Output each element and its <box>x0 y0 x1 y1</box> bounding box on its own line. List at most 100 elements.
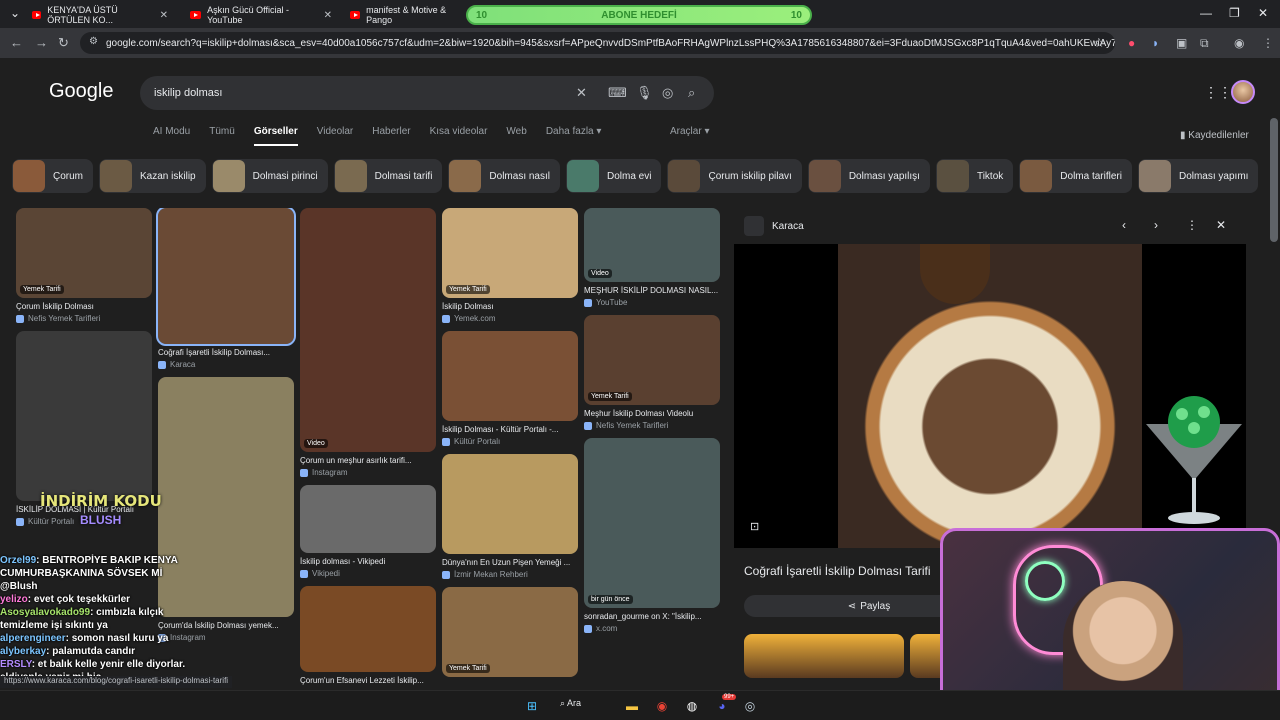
result-source[interactable]: x.com <box>584 624 720 633</box>
chip-5[interactable]: Dolma evi <box>566 159 662 193</box>
result-source[interactable]: Nefis Yemek Tarifleri <box>584 421 720 430</box>
preview-title[interactable]: Coğrafi İşaretli İskilip Dolması Tarifi <box>744 564 931 578</box>
microphone-icon[interactable]: 🎙 <box>636 85 653 101</box>
back-icon[interactable]: ← <box>10 35 23 50</box>
extension-icon[interactable]: ● <box>1128 36 1135 50</box>
image-result[interactable]: Video MEŞHUR İSKİLİP DOLMASI NASIL... YouT… <box>584 208 720 307</box>
preview-image[interactable]: ⊡ <box>734 244 1246 548</box>
chrome-icon[interactable]: ◉ <box>652 696 672 716</box>
chip-6[interactable]: Çorum iskilip pilavı <box>667 159 802 193</box>
file-explorer-icon[interactable]: ▬ <box>622 696 642 716</box>
windows-start-icon[interactable]: ⊞ <box>522 696 542 716</box>
search-icon[interactable]: ⌕ <box>688 85 695 101</box>
tab-videos[interactable]: Videolar <box>317 126 354 146</box>
chip-8[interactable]: Tiktok <box>935 159 1014 193</box>
close-tab-icon[interactable]: ✕ <box>160 10 168 21</box>
google-logo[interactable]: Google <box>49 80 114 103</box>
result-title[interactable]: Coğrafi İşaretli İskilip Dolması... <box>158 348 294 357</box>
image-result[interactable]: İskilip dolması - Vikipedi Vikipedi <box>300 485 436 578</box>
result-source[interactable]: Vikipedi <box>300 569 436 578</box>
chip-2[interactable]: Dolmasi pirinci <box>211 159 328 193</box>
browser-tab-2[interactable]: Aşkın Gücü Official - YouTube ✕ <box>182 4 340 26</box>
obs-icon[interactable]: ◍ <box>682 696 702 716</box>
tab-more[interactable]: Daha fazla ▾ <box>546 126 602 146</box>
minimize-icon[interactable]: — <box>1200 6 1212 20</box>
result-thumbnail[interactable] <box>442 331 578 421</box>
result-source[interactable]: Nefis Yemek Tarifleri <box>16 314 152 323</box>
result-title[interactable]: Çorum'un Efsanevi Lezzeti İskilip... <box>300 676 436 685</box>
clear-search-icon[interactable]: ✕ <box>576 85 587 101</box>
related-image[interactable] <box>744 634 904 678</box>
result-thumbnail[interactable] <box>16 331 152 501</box>
steam-icon[interactable]: ◎ <box>740 696 760 716</box>
result-title[interactable]: İskilip Dolması - Kültür Portalı -... <box>442 425 578 434</box>
url-field[interactable]: ⚙ google.com/search?q=iskilip+dolması&sc… <box>80 32 1115 54</box>
result-source[interactable]: Karaca <box>158 360 294 369</box>
tab-all[interactable]: Tümü <box>209 126 235 146</box>
result-thumbnail[interactable]: bir gün önce <box>584 438 720 608</box>
image-result[interactable]: Yemek Tarifi İskilip Dolması Yemek.com <box>442 208 578 323</box>
chip-0[interactable]: Çorum <box>12 159 94 193</box>
extension-icon[interactable]: ▣ <box>1176 36 1187 50</box>
lens-search-icon[interactable]: ⊡ <box>750 520 759 533</box>
result-title[interactable]: Meşhur İskilip Dolması Videolu <box>584 409 720 418</box>
close-panel-icon[interactable]: ✕ <box>1216 218 1226 232</box>
result-source[interactable]: İzmir Mekan Rehberi <box>442 570 578 579</box>
chip-10[interactable]: Dolması yapımı <box>1137 159 1259 193</box>
taskbar-search[interactable]: ⌕ Ara <box>560 698 581 709</box>
browser-tab-3[interactable]: manifest & Motive & Pango <box>342 4 466 26</box>
account-avatar[interactable] <box>1231 80 1255 104</box>
image-result[interactable]: Dünya'nın En Uzun Pişen Yemeği ... İzmir … <box>442 454 578 579</box>
result-source[interactable]: Yemek.com <box>442 314 578 323</box>
extension-icon[interactable]: ◗ <box>1152 36 1159 50</box>
result-thumbnail[interactable]: Yemek Tarifi <box>442 587 578 677</box>
image-result[interactable]: Video Çorum un meşhur asırlık tarifi... In… <box>300 208 436 477</box>
more-options-icon[interactable]: ⋮ <box>1186 218 1198 232</box>
saved-button[interactable]: ▮ Kaydedilenler <box>1180 130 1249 141</box>
result-title[interactable]: Çorum un meşhur asırlık tarifi... <box>300 456 436 465</box>
forward-icon[interactable]: → <box>35 35 48 50</box>
result-title[interactable]: Çorum İskilip Dolması <box>16 302 152 311</box>
tools-button[interactable]: Araçlar ▾ <box>670 126 709 137</box>
image-result[interactable]: Yemek Tarifi Meşhur İskilip Dolması Video… <box>584 315 720 430</box>
close-tab-icon[interactable]: ✕ <box>324 10 332 21</box>
next-icon[interactable]: › <box>1154 218 1158 232</box>
result-thumbnail[interactable] <box>442 454 578 554</box>
previous-icon[interactable]: ‹ <box>1122 218 1126 232</box>
chip-4[interactable]: Dolması nasıl <box>448 159 560 193</box>
reload-icon[interactable]: ↻ <box>58 35 69 51</box>
tab-web[interactable]: Web <box>506 126 526 146</box>
chip-1[interactable]: Kazan iskilip <box>99 159 206 193</box>
result-title[interactable]: İskilip dolması - Vikipedi <box>300 557 436 566</box>
profile-icon[interactable]: ◉ <box>1234 36 1244 50</box>
tab-short-videos[interactable]: Kısa videolar <box>430 126 488 146</box>
result-source[interactable]: YouTube <box>584 298 720 307</box>
site-info-icon[interactable]: ⚙ <box>89 36 98 47</box>
image-result[interactable]: Yemek Tarifi Çorum İskilip Dolması Nefis Y… <box>16 208 152 323</box>
result-title[interactable]: sonradan_gourme on X: "İskilip... <box>584 612 720 621</box>
result-title[interactable]: İskilip Dolması <box>442 302 578 311</box>
extensions-puzzle-icon[interactable]: ⧉ <box>1200 36 1209 51</box>
result-source[interactable]: Kültür Portalı <box>442 437 578 446</box>
tab-search-icon[interactable]: ⌄ <box>10 6 20 20</box>
result-title[interactable]: MEŞHUR İSKİLİP DOLMASI NASIL... <box>584 286 720 295</box>
image-result[interactable]: Yemek Tarifi <box>442 587 578 677</box>
page-scrollbar[interactable] <box>1270 118 1278 242</box>
result-source[interactable]: Instagram <box>300 468 436 477</box>
result-thumbnail[interactable]: Video <box>584 208 720 282</box>
result-thumbnail[interactable]: Yemek Tarifi <box>584 315 720 405</box>
image-result[interactable]: İskilip Dolması - Kültür Portalı -... Kül… <box>442 331 578 446</box>
tab-news[interactable]: Haberler <box>372 126 410 146</box>
browser-menu-icon[interactable]: ⋮ <box>1262 36 1274 50</box>
restore-icon[interactable]: ❐ <box>1229 6 1240 20</box>
keyboard-icon[interactable]: ⌨ <box>608 85 627 101</box>
result-thumbnail[interactable] <box>300 586 436 672</box>
tab-ai-mode[interactable]: AI Modu <box>153 126 190 146</box>
image-result[interactable]: Çorum'un Efsanevi Lezzeti İskilip... <box>300 586 436 685</box>
tab-images[interactable]: Görseller <box>253 126 298 146</box>
chip-7[interactable]: Dolması yapılışı <box>807 159 930 193</box>
result-thumbnail[interactable]: Video <box>300 208 436 452</box>
search-input[interactable]: iskilip dolması <box>154 87 222 99</box>
apps-grid-icon[interactable]: ⋮⋮ <box>1204 84 1232 101</box>
result-thumbnail[interactable] <box>156 208 296 346</box>
